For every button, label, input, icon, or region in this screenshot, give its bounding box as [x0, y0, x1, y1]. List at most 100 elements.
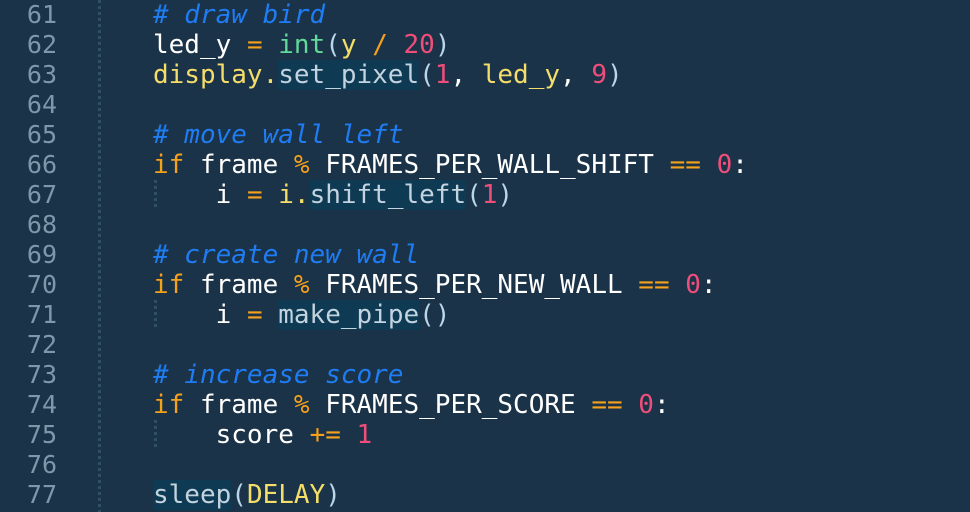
code-token: 1: [481, 180, 498, 210]
line-number[interactable]: 71: [0, 300, 99, 330]
code-token: FRAMES_PER_NEW_WALL: [325, 270, 623, 300]
code-token: 1: [356, 420, 373, 450]
line-number[interactable]: 67: [0, 180, 99, 210]
code-token: :: [700, 270, 717, 300]
code-content-area[interactable]: # draw bird led_y = int(y / 20) display.se…: [153, 0, 970, 512]
code-line[interactable]: # increase score: [153, 360, 970, 390]
code-token: ==: [591, 390, 623, 420]
code-token: 1: [434, 60, 451, 90]
line-number[interactable]: 76: [0, 450, 99, 480]
code-token: led_y: [153, 30, 232, 60]
code-token: :: [732, 150, 748, 180]
code-token: if: [153, 270, 185, 300]
code-line[interactable]: display.set_pixel(1, led_y, 9): [153, 60, 970, 90]
code-line[interactable]: sleep(DELAY): [153, 480, 970, 510]
line-number[interactable]: 65: [0, 120, 99, 150]
code-token: sleep: [153, 480, 232, 510]
code-line[interactable]: if frame % FRAMES_PER_SCORE == 0:: [153, 390, 970, 420]
code-line[interactable]: # move wall left: [153, 120, 970, 150]
code-token: y: [340, 30, 357, 60]
code-token: ): [607, 60, 623, 90]
code-token: shift_left: [309, 180, 467, 210]
code-token: # draw bird: [153, 0, 326, 30]
code-line[interactable]: # create new wall: [153, 240, 970, 270]
code-token: frame: [199, 270, 279, 300]
line-number[interactable]: 68: [0, 210, 99, 240]
line-number[interactable]: 62: [0, 30, 99, 60]
code-token: ==: [638, 270, 670, 300]
gutter-divider-indent-guide: [98, 0, 101, 512]
code-line[interactable]: i = i.shift_left(1): [153, 180, 970, 210]
code-token: if: [153, 390, 185, 420]
code-token: frame: [199, 390, 279, 420]
indent-guide: [154, 180, 157, 210]
line-number[interactable]: 66: [0, 150, 99, 180]
code-token: FRAMES_PER_WALL_SHIFT: [325, 150, 654, 180]
code-line[interactable]: led_y = int(y / 20): [153, 30, 970, 62]
code-line[interactable]: score += 1: [153, 420, 970, 450]
code-token: ): [434, 30, 451, 60]
line-number-gutter: 61 62 63 64 65 66 67 68 69 70 71 72 73 74 75 76 77: [0, 0, 99, 512]
code-token: ,: [450, 60, 482, 90]
code-token: FRAMES_PER_SCORE: [325, 390, 576, 420]
line-number[interactable]: 74: [0, 390, 99, 420]
code-token: /: [372, 30, 388, 60]
code-line[interactable]: if frame % FRAMES_PER_WALL_SHIFT == 0:: [153, 150, 970, 180]
line-number[interactable]: 73: [0, 360, 99, 390]
code-line[interactable]: [153, 330, 970, 360]
code-token: i: [278, 180, 294, 210]
code-token: %: [293, 390, 310, 420]
line-number[interactable]: 72: [0, 330, 99, 360]
code-token: i: [215, 180, 232, 210]
line-number[interactable]: 70: [0, 270, 99, 300]
code-token: i: [215, 300, 232, 330]
code-token: (: [419, 60, 435, 90]
code-token: (: [466, 180, 482, 210]
code-editor[interactable]: 61 62 63 64 65 66 67 68 69 70 71 72 73 74 75 76 77 # dra…: [0, 0, 970, 512]
code-line[interactable]: # draw bird: [153, 0, 970, 30]
code-line[interactable]: [153, 90, 970, 120]
code-token: (: [325, 30, 341, 60]
code-line[interactable]: if frame % FRAMES_PER_NEW_WALL == 0:: [153, 270, 970, 300]
code-line[interactable]: i = make_pipe(): [153, 300, 970, 330]
code-token: # create new wall: [153, 240, 420, 270]
code-token: 9: [591, 60, 607, 90]
code-token: display: [153, 60, 263, 90]
code-line[interactable]: [153, 210, 970, 240]
code-line[interactable]: [153, 450, 970, 480]
line-number[interactable]: 69: [0, 240, 99, 270]
code-token: # move wall left: [153, 120, 404, 150]
line-number[interactable]: 61: [0, 0, 99, 30]
code-token: (): [419, 300, 451, 330]
code-token: .: [293, 180, 310, 210]
code-token: :: [653, 390, 670, 420]
code-token: =: [246, 30, 263, 60]
line-number[interactable]: 75: [0, 420, 99, 450]
line-number[interactable]: 63: [0, 60, 99, 90]
code-token: make_pipe: [278, 300, 420, 330]
code-token: score: [215, 420, 294, 450]
line-number[interactable]: 77: [0, 480, 99, 510]
line-number[interactable]: 64: [0, 90, 99, 120]
code-token: %: [293, 270, 310, 300]
code-token: ,: [560, 60, 592, 90]
